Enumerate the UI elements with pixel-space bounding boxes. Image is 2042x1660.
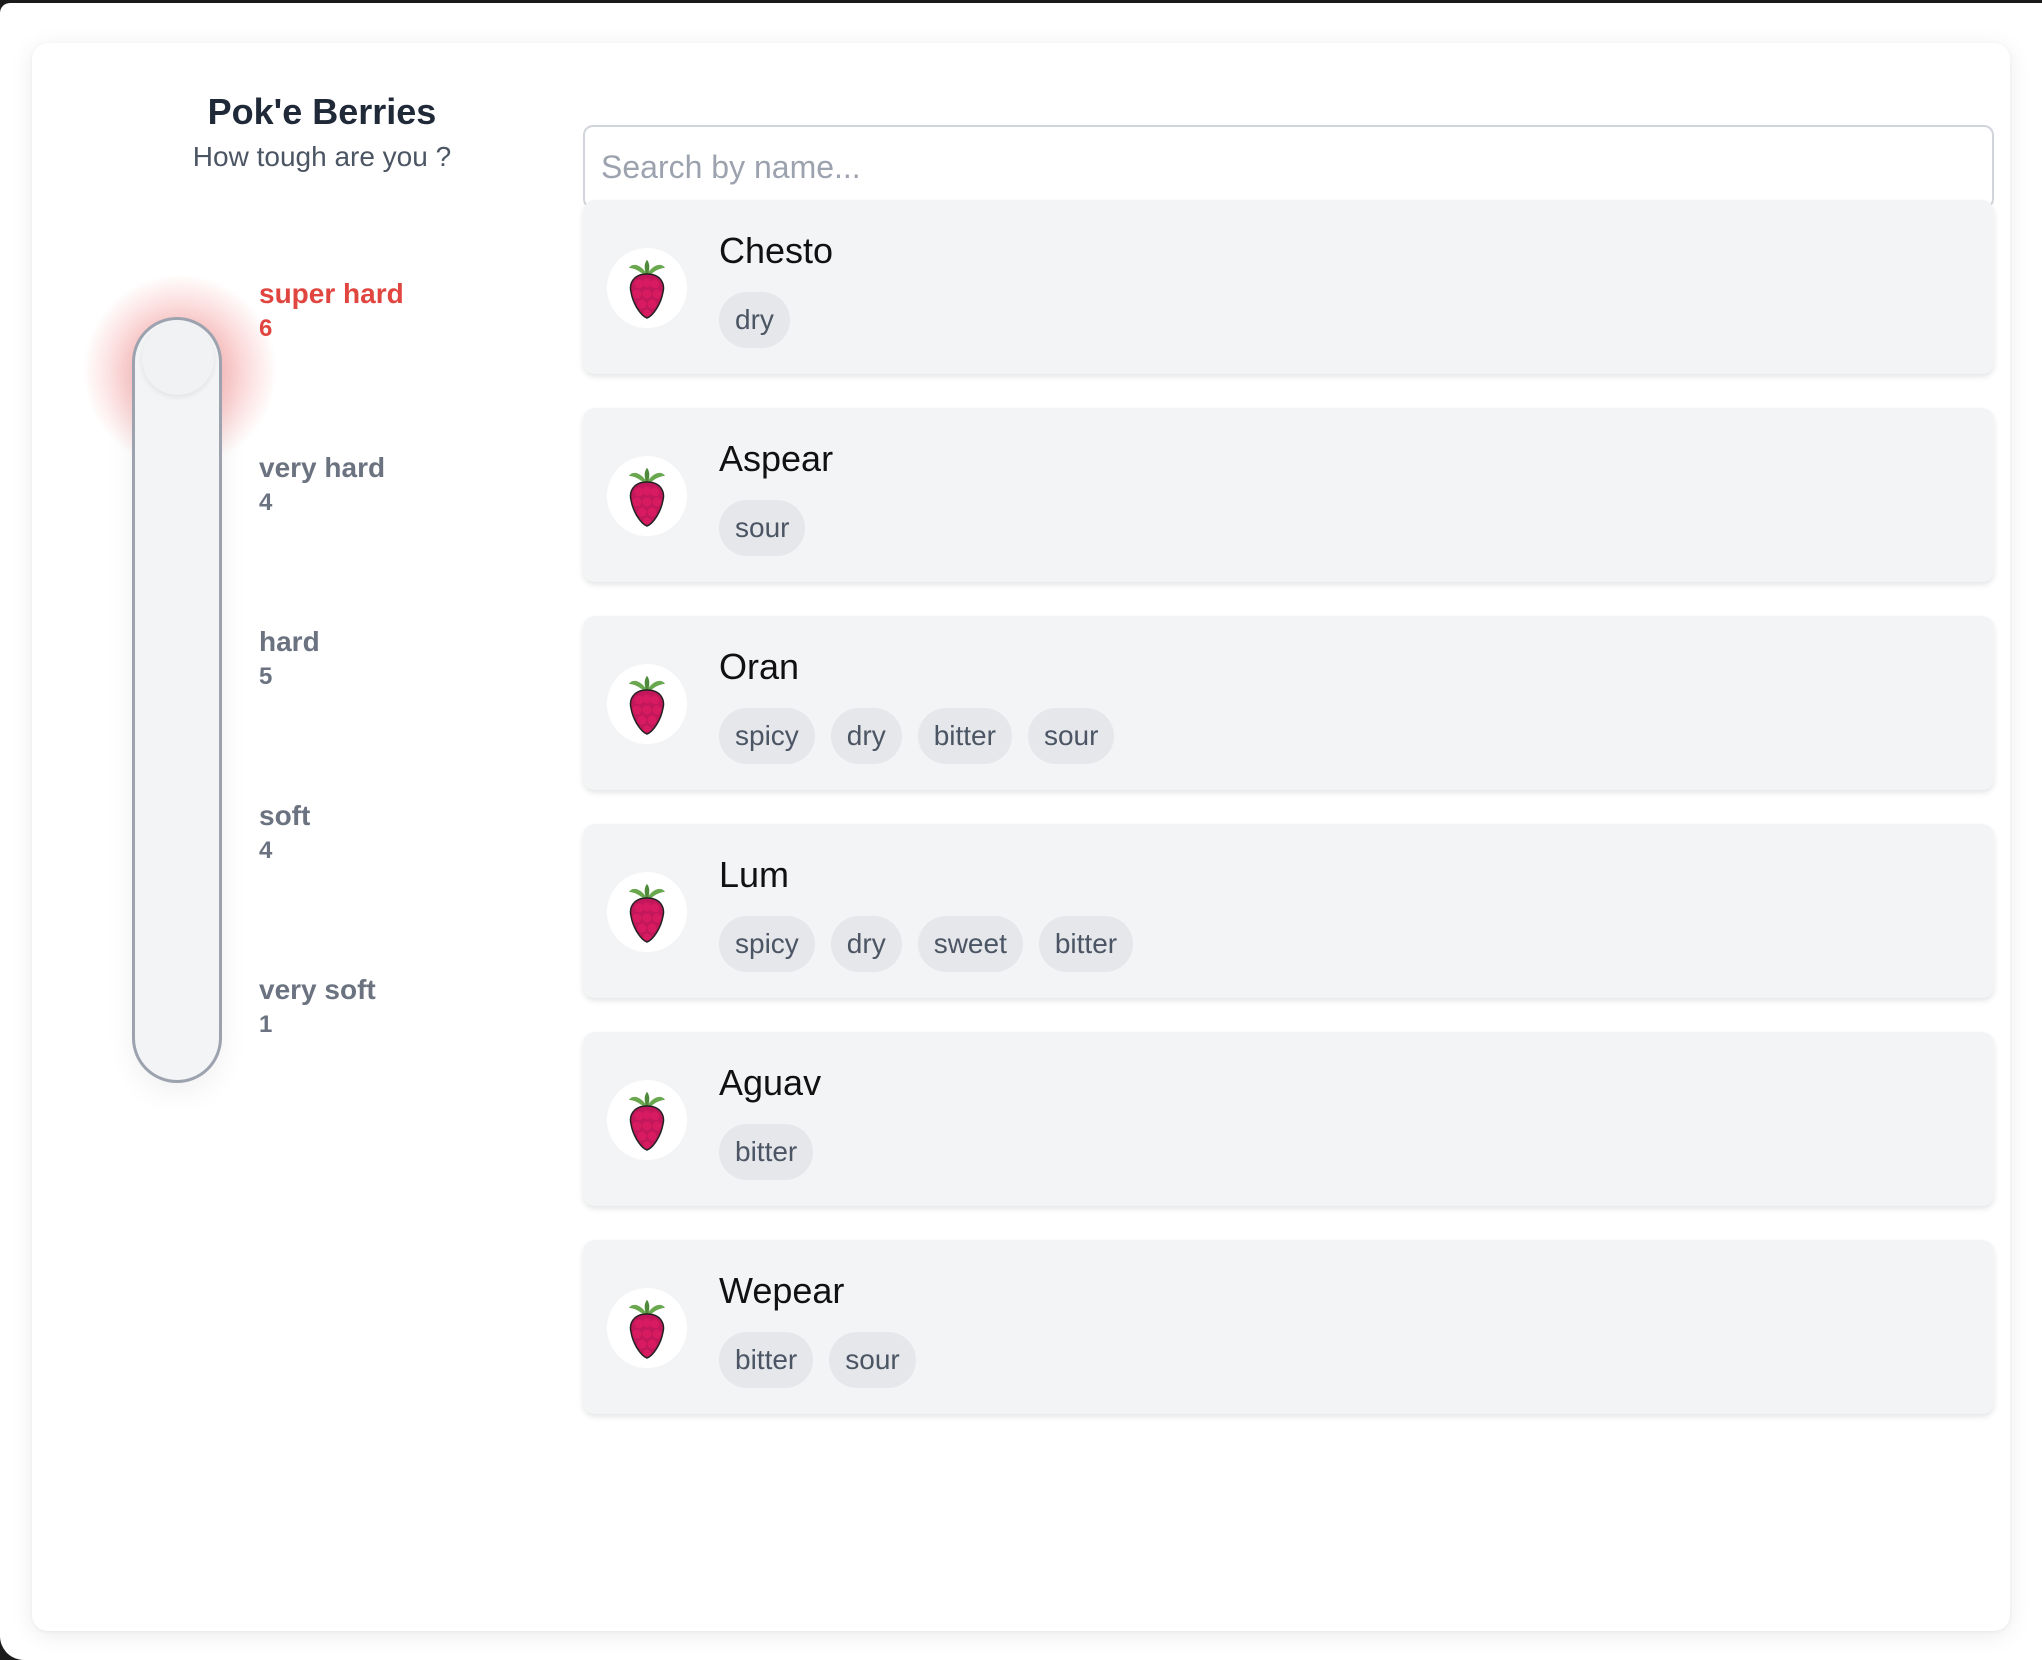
berry-card-wepear[interactable]: Wepear bitter sour — [583, 1240, 1994, 1414]
flavor-tag: sour — [1027, 708, 1115, 764]
flavor-tag: spicy — [719, 708, 815, 764]
firmness-level-count: 6 — [259, 315, 273, 342]
berry-card-lum[interactable]: Lum spicy dry sweet bitter — [583, 824, 1994, 998]
raspberry-icon — [607, 1288, 687, 1368]
firmness-level-very-soft[interactable]: very soft 1 — [259, 973, 376, 1043]
flavor-tag: dry — [830, 916, 902, 972]
flavor-tag: dry — [830, 708, 902, 764]
flavor-tag: bitter — [719, 1332, 814, 1388]
firmness-level-count: 5 — [259, 663, 273, 690]
firmness-level-label: very soft — [259, 974, 376, 1005]
berry-card-chesto[interactable]: Chesto dry — [583, 200, 1994, 374]
berry-card-oran[interactable]: Oran spicy dry bitter sour — [583, 616, 1994, 790]
raspberry-icon — [607, 664, 687, 744]
flavor-tag: sour — [829, 1332, 916, 1388]
flavor-tags: spicy dry sweet bitter — [719, 916, 1134, 972]
firmness-level-count: 4 — [259, 837, 273, 864]
raspberry-icon — [607, 456, 687, 536]
raspberry-icon — [607, 872, 687, 952]
flavor-tags: bitter sour — [719, 1332, 916, 1388]
berry-name: Wepear — [719, 1270, 845, 1311]
berry-name: Oran — [719, 646, 800, 687]
firmness-level-very-hard[interactable]: very hard 4 — [259, 451, 385, 521]
berry-name: Chesto — [719, 230, 834, 271]
firmness-level-count: 4 — [259, 489, 273, 516]
raspberry-icon — [607, 1080, 687, 1160]
flavor-tag: sweet — [917, 916, 1023, 972]
flavor-tag: bitter — [719, 1124, 814, 1180]
flavor-tag: sour — [719, 500, 806, 556]
flavor-tag: bitter — [1038, 916, 1134, 972]
page-subtitle: How tough are you ? — [192, 141, 452, 172]
flavor-tags: bitter — [719, 1124, 814, 1180]
flavor-tags: sour — [719, 500, 806, 556]
firmness-level-label: super hard — [259, 278, 404, 309]
berry-card-aspear[interactable]: Aspear sour — [583, 408, 1994, 582]
berry-card-aguav[interactable]: Aguav bitter — [583, 1032, 1994, 1206]
berry-name: Aspear — [719, 438, 834, 479]
firmness-level-label: very hard — [259, 452, 386, 483]
firmness-level-hard[interactable]: hard 5 — [259, 625, 320, 695]
firmness-level-super-hard[interactable]: super hard 6 — [259, 277, 404, 347]
firmness-level-count: 1 — [259, 1011, 273, 1038]
flavor-tags: spicy dry bitter sour — [719, 708, 1115, 764]
search-input[interactable] — [583, 125, 1994, 209]
firmness-level-label: soft — [259, 800, 311, 831]
firmness-slider-track[interactable] — [132, 317, 222, 1083]
firmness-level-label: hard — [259, 626, 320, 657]
berry-name: Aguav — [719, 1062, 822, 1103]
main-panel: Pok'e Berries How tough are you ? super … — [32, 43, 2010, 1631]
firmness-level-soft[interactable]: soft 4 — [259, 799, 310, 869]
firmness-slider-thumb[interactable] — [142, 323, 214, 395]
flavor-tags: dry — [719, 292, 790, 348]
raspberry-icon — [607, 248, 687, 328]
app-window: Pok'e Berries How tough are you ? super … — [0, 3, 2042, 1660]
page-title: Pok'e Berries — [207, 91, 437, 132]
flavor-tag: dry — [719, 292, 790, 348]
flavor-tag: bitter — [917, 708, 1012, 764]
flavor-tag: spicy — [719, 916, 815, 972]
berry-name: Lum — [719, 854, 790, 895]
